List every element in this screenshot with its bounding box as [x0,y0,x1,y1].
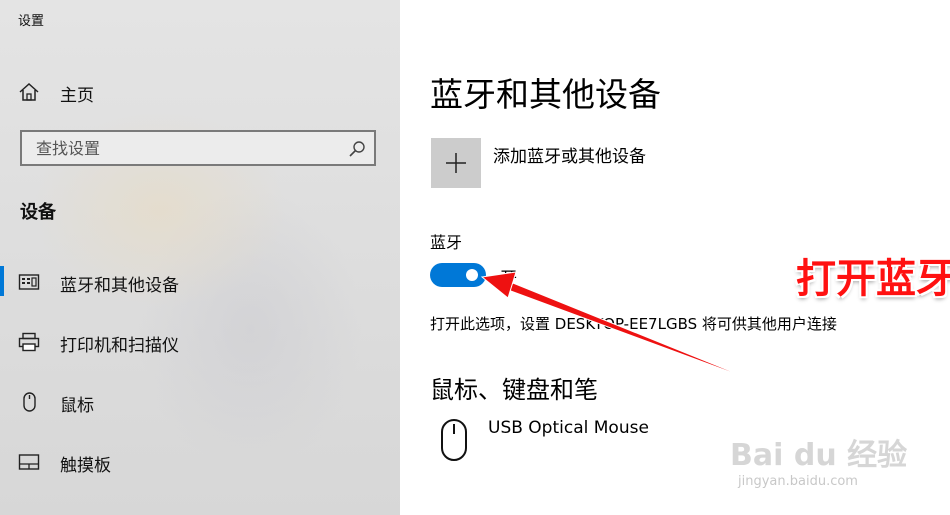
printer-icon [18,332,40,352]
sidebar-item-label: 打印机和扫描仪 [60,336,179,356]
add-device-label[interactable]: 添加蓝牙或其他设备 [493,142,646,167]
bluetooth-description: 打开此选项，设置 DESKTOP-EE7LGBS 将可供其他用户连接 [430,315,837,333]
watermark-logo: Bai du 经验 [730,438,908,473]
bluetooth-label: 蓝牙 [430,233,463,252]
mouse-icon [18,392,40,412]
home-label: 主页 [60,86,94,106]
search-box[interactable] [20,130,376,166]
home-icon [18,82,40,102]
sidebar-item-label: 蓝牙和其他设备 [60,276,179,296]
section-title-devices: 设备 [20,202,56,223]
home-nav-item[interactable]: 主页 [0,72,400,112]
sidebar-item-touchpad[interactable]: 触摸板 [0,442,400,482]
sidebar-item-mouse[interactable]: 鼠标 [0,382,400,422]
page-title: 蓝牙和其他设备 [430,75,661,114]
add-device-button[interactable] [431,138,481,188]
window-title: 设置 [18,14,45,29]
bluetooth-toggle[interactable] [430,263,486,287]
sidebar-item-label: 鼠标 [60,396,94,416]
annotation-label: 打开蓝牙 [796,256,950,302]
watermark-url: jingyan.baidu.com [738,474,858,489]
plus-icon [446,153,466,173]
mouse-icon [440,418,468,462]
toggle-knob [466,269,478,281]
bluetooth-state-label: 开 [500,269,517,289]
sidebar: 设置 主页 设备 蓝牙和其他设备 打印机和扫描仪 鼠标 [0,0,400,515]
sidebar-item-label: 触摸板 [60,456,111,476]
keyboard-device-icon [18,272,40,292]
sidebar-item-printers[interactable]: 打印机和扫描仪 [0,322,400,362]
touchpad-icon [18,452,40,472]
device-name-usb-mouse[interactable]: USB Optical Mouse [488,418,649,438]
search-input[interactable] [22,132,336,164]
sidebar-item-bluetooth[interactable]: 蓝牙和其他设备 [0,262,400,302]
mouse-keyboard-pen-title: 鼠标、键盘和笔 [430,376,598,404]
search-icon[interactable] [348,140,366,158]
